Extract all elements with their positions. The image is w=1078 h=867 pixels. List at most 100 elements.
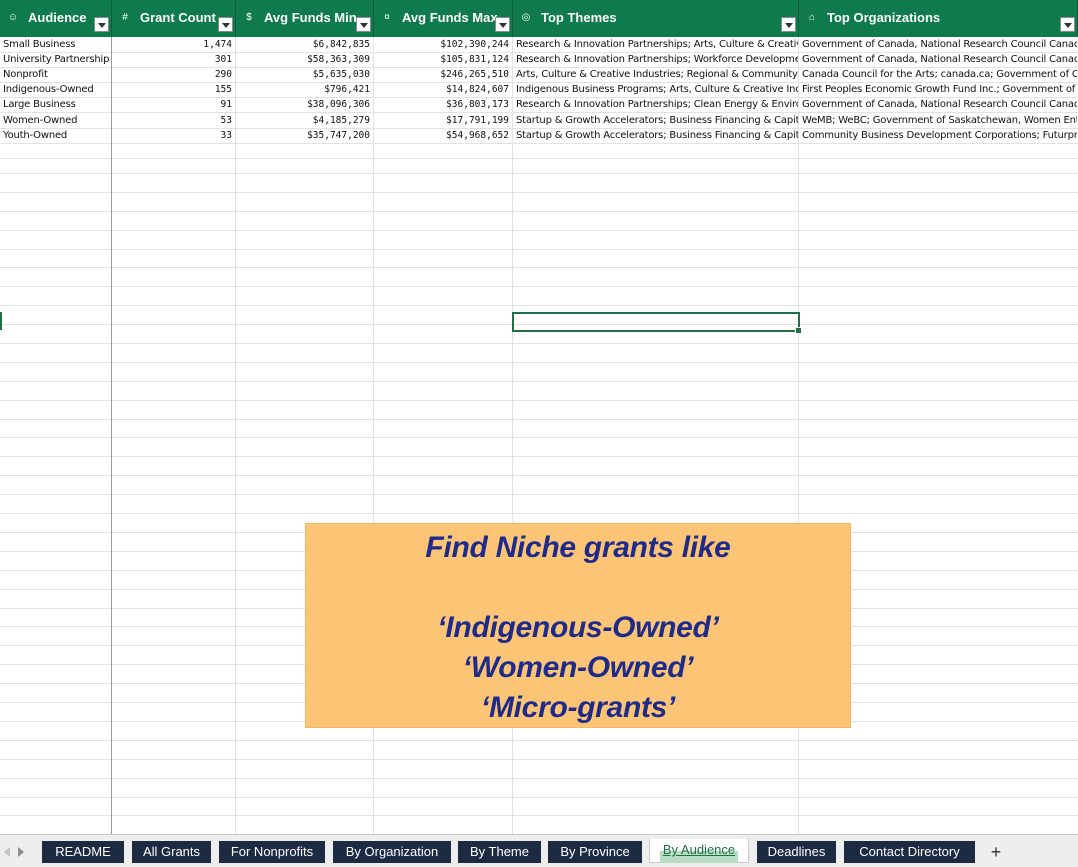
spreadsheet-grid[interactable]: ☺ Audience # Grant Count $ Avg Funds Min ¤ Avg …: [0, 0, 1078, 834]
column-gridline: [235, 37, 236, 834]
callout-line-micro: ‘Micro-grants’: [480, 691, 676, 724]
row-gridline: [0, 158, 1078, 159]
add-sheet-button[interactable]: +: [984, 841, 1008, 863]
cell-top_themes[interactable]: Arts, Culture & Creative Industries; Reg…: [513, 67, 798, 82]
sheet-tab-bar: README All Grants For Nonprofits By Organiz…: [0, 834, 1078, 867]
cell-audience[interactable]: Youth-Owned: [0, 128, 111, 143]
cell-top_orgs[interactable]: Government of Canada, National Research …: [799, 52, 1077, 67]
cell-top_themes[interactable]: Startup & Growth Accelerators; Business …: [513, 113, 798, 128]
sheet-tab-by-audience[interactable]: By Audience: [649, 839, 749, 863]
filter-dropdown-icon[interactable]: [495, 17, 510, 32]
sheet-tab-all-grants[interactable]: All Grants: [132, 841, 211, 863]
sheet-tab-for-nonprofits[interactable]: For Nonprofits: [219, 841, 325, 863]
cell-avg_max[interactable]: $105,831,124: [374, 52, 512, 67]
filter-dropdown-icon[interactable]: [781, 17, 796, 32]
cell-grant_count[interactable]: 301: [112, 52, 235, 67]
cell-avg_max[interactable]: $14,824,607: [374, 82, 512, 97]
scroll-tabs-right-icon[interactable]: [16, 847, 26, 857]
cell-audience[interactable]: University Partnership: [0, 52, 111, 67]
row-gridline: [0, 475, 1078, 476]
column-header-avg_min[interactable]: $ Avg Funds Min: [236, 0, 374, 37]
cell-top_themes[interactable]: Research & Innovation Partnerships; Work…: [513, 52, 798, 67]
sheet-tab-readme[interactable]: README: [42, 841, 124, 863]
cell-top_orgs[interactable]: Canada Council for the Arts; canada.ca; …: [799, 67, 1077, 82]
filter-dropdown-icon[interactable]: [1060, 17, 1075, 32]
row-gridline: [0, 797, 1078, 798]
column-header-label: Audience: [28, 10, 87, 25]
cell-grant_count[interactable]: 53: [112, 113, 235, 128]
money-bag-icon: ¤: [384, 12, 390, 23]
column-header-label: Top Themes: [541, 10, 617, 25]
callout-box[interactable]: Find Niche grants like ‘Indigenous-Owned…: [305, 523, 851, 728]
row-gridline: [0, 400, 1078, 401]
filter-dropdown-icon[interactable]: [356, 17, 371, 32]
cell-avg_max[interactable]: $17,791,199: [374, 113, 512, 128]
cell-avg_min[interactable]: $5,635,030: [236, 67, 373, 82]
cell-grant_count[interactable]: 33: [112, 128, 235, 143]
sheet-tab-by-theme[interactable]: By Theme: [458, 841, 541, 863]
cell-top_orgs[interactable]: Government of Canada, National Research …: [799, 37, 1077, 52]
cell-avg_max[interactable]: $54,968,652: [374, 128, 512, 143]
cell-avg_max[interactable]: $36,803,173: [374, 97, 512, 112]
cell-top_orgs[interactable]: Government of Canada, National Research …: [799, 97, 1077, 112]
row-gridline: [0, 343, 1078, 344]
column-header-grant_count[interactable]: # Grant Count: [112, 0, 236, 37]
cell-avg_min[interactable]: $58,363,309: [236, 52, 373, 67]
row-gridline: [0, 230, 1078, 231]
sheet-tab-deadlines[interactable]: Deadlines: [757, 841, 836, 863]
sheet-tab-contact-directory[interactable]: Contact Directory: [844, 841, 975, 863]
cell-audience[interactable]: Small Business: [0, 37, 111, 52]
row-gridline: [0, 740, 1078, 741]
cell-top_themes[interactable]: Indigenous Business Programs; Arts, Cult…: [513, 82, 798, 97]
row-gridline: [0, 143, 1078, 144]
cell-grant_count[interactable]: 1,474: [112, 37, 235, 52]
sheet-tab-by-organization[interactable]: By Organization: [333, 841, 451, 863]
row-gridline: [0, 267, 1078, 268]
cell-grant_count[interactable]: 155: [112, 82, 235, 97]
institution-icon: ⌂: [808, 12, 816, 23]
cell-top_orgs[interactable]: WeMB; WeBC; Government of Saskatchewan, …: [799, 113, 1077, 128]
cell-top_themes[interactable]: Research & Innovation Partnerships; Clea…: [513, 97, 798, 112]
sheet-tab-label: By Theme: [469, 844, 529, 859]
cell-grant_count[interactable]: 290: [112, 67, 235, 82]
row-gridline: [0, 362, 1078, 363]
row-gridline: [0, 419, 1078, 420]
cell-avg_max[interactable]: $102,390,244: [374, 37, 512, 52]
row-gridline: [0, 249, 1078, 250]
cell-avg_min[interactable]: $38,096,306: [236, 97, 373, 112]
column-header-label: Avg Funds Min: [264, 10, 357, 25]
cell-top_orgs[interactable]: Community Business Development Corporati…: [799, 128, 1077, 143]
sheet-tab-label: Deadlines: [767, 844, 826, 859]
cell-avg_min[interactable]: $35,747,200: [236, 128, 373, 143]
cell-avg_min[interactable]: $796,421: [236, 82, 373, 97]
sheet-tab-by-province[interactable]: By Province: [548, 841, 642, 863]
cell-avg_min[interactable]: $6,842,835: [236, 37, 373, 52]
column-header-top_themes[interactable]: ◎ Top Themes: [513, 0, 799, 37]
row-gridline: [0, 286, 1078, 287]
cell-audience[interactable]: Indigenous-Owned: [0, 82, 111, 97]
row-gridline: [0, 437, 1078, 438]
cell-audience[interactable]: Large Business: [0, 97, 111, 112]
column-header-audience[interactable]: ☺ Audience: [0, 0, 112, 37]
filter-dropdown-icon[interactable]: [94, 17, 109, 32]
row-gridline: [0, 211, 1078, 212]
people-icon: ☺: [7, 12, 19, 23]
cell-avg_min[interactable]: $4,185,279: [236, 113, 373, 128]
cell-top_themes[interactable]: Startup & Growth Accelerators; Business …: [513, 128, 798, 143]
row-gridline: [0, 759, 1078, 760]
cell-top_themes[interactable]: Research & Innovation Partnerships; Arts…: [513, 37, 798, 52]
sheet-tab-label: README: [55, 844, 111, 859]
selected-cell[interactable]: [512, 312, 802, 334]
cell-grant_count[interactable]: 91: [112, 97, 235, 112]
column-header-avg_max[interactable]: ¤ Avg Funds Max: [374, 0, 513, 37]
scroll-tabs-left-icon[interactable]: [2, 847, 12, 857]
cell-avg_max[interactable]: $246,265,510: [374, 67, 512, 82]
filter-dropdown-icon[interactable]: [218, 17, 233, 32]
column-header-label: Grant Count: [140, 10, 216, 25]
cell-top_orgs[interactable]: First Peoples Economic Growth Fund Inc.;…: [799, 82, 1077, 97]
column-header-top_orgs[interactable]: ⌂ Top Organizations: [799, 0, 1078, 37]
row-gridline: [0, 173, 1078, 174]
cell-audience[interactable]: Women-Owned: [0, 113, 111, 128]
cell-audience[interactable]: Nonprofit: [0, 67, 111, 82]
row-gridline: [0, 815, 1078, 816]
